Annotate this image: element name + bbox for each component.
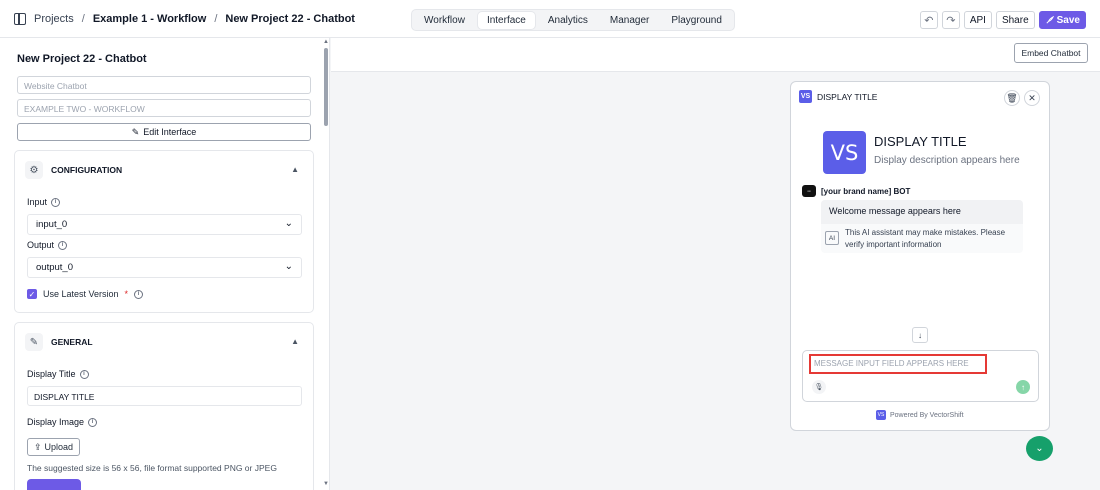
scroll-down-arrow-icon[interactable]: ▼ xyxy=(323,481,329,487)
info-icon[interactable]: i xyxy=(79,369,89,379)
display-title-label-row: Display Title i xyxy=(27,369,89,379)
chevron-down-icon: ⌄ xyxy=(284,218,293,229)
required-mark: * xyxy=(124,289,129,299)
trash-icon[interactable]: 🗑 xyxy=(1004,90,1020,106)
chat-toggle-chevron-down-icon[interactable]: ⌄ xyxy=(1026,436,1053,461)
general-card: ✎ GENERAL ▲ Display Title i DISPLAY TITL… xyxy=(14,322,314,490)
bot-identity-row: ▪▪▪ [your brand name] BOT xyxy=(802,185,910,197)
tab-manager[interactable]: Manager xyxy=(601,12,658,29)
edit-interface-button[interactable]: ✎ Edit Interface xyxy=(17,123,311,141)
tab-playground[interactable]: Playground xyxy=(662,12,731,29)
ai-disclaimer: This AI assistant may make mistakes. Ple… xyxy=(845,228,1006,249)
top-bar: Projects / Example 1 - Workflow / New Pr… xyxy=(0,0,1100,38)
chat-header: VS DISPLAY TITLE xyxy=(799,90,877,103)
chat-display-description: Display description appears here xyxy=(874,155,1020,166)
output-select-value: output_0 xyxy=(36,262,73,273)
chat-header-title: DISPLAY TITLE xyxy=(817,91,878,102)
chevron-up-icon[interactable]: ▲ xyxy=(291,165,299,174)
latest-version-row: ✓ Use Latest Version * i xyxy=(27,289,144,299)
info-icon[interactable]: i xyxy=(58,240,68,250)
display-title-input[interactable]: DISPLAY TITLE xyxy=(27,386,302,406)
send-arrow-icon[interactable]: ↑ xyxy=(1016,380,1030,394)
vectorshift-logo: VS xyxy=(876,410,886,420)
info-icon[interactable]: i xyxy=(134,289,144,299)
share-button[interactable]: Share xyxy=(995,11,1035,29)
sidebar-toggle-icon[interactable] xyxy=(14,12,26,25)
chat-display-image: VS xyxy=(823,131,866,174)
save-label: Save xyxy=(1056,14,1080,26)
info-icon[interactable]: i xyxy=(88,417,98,427)
tab-interface[interactable]: Interface xyxy=(477,11,535,29)
breadcrumb-separator: / xyxy=(81,12,85,25)
chat-display-title: DISPLAY TITLE xyxy=(874,134,967,149)
embed-chatbot-button[interactable]: Embed Chatbot xyxy=(1014,43,1088,63)
configuration-card: ⚙ CONFIGURATION ▲ Input i input_0 ⌄ Outp… xyxy=(14,150,314,313)
edit-icon: ✎ xyxy=(131,126,140,137)
chat-logo: VS xyxy=(799,90,812,103)
close-icon[interactable]: ✕ xyxy=(1024,90,1040,106)
display-title-label: Display Title xyxy=(27,369,76,379)
upload-label: Upload xyxy=(44,442,74,452)
rocket-icon xyxy=(1046,15,1054,24)
api-button[interactable]: API xyxy=(963,11,992,29)
preview-toolbar: Embed Chatbot xyxy=(331,38,1100,72)
welcome-message: Welcome message appears here xyxy=(821,200,1023,224)
breadcrumb-projects[interactable]: Projects xyxy=(34,13,74,25)
redo-icon[interactable]: ↷ xyxy=(941,11,960,29)
general-title: GENERAL xyxy=(51,337,93,347)
input-select-value: input_0 xyxy=(36,219,68,230)
save-button[interactable]: Save xyxy=(1038,11,1086,29)
message-input-box[interactable]: MESSAGE INPUT FIELD APPEARS HERE 🎙 ↑ xyxy=(802,350,1039,402)
workflow-name-input[interactable]: EXAMPLE TWO - WORKFLOW xyxy=(17,99,311,117)
latest-version-label: Use Latest Version xyxy=(43,289,119,299)
bot-avatar: ▪▪▪ xyxy=(802,185,816,197)
display-image-label: Display Image xyxy=(27,417,85,427)
nav-tabs: Workflow Interface Analytics Manager Pla… xyxy=(411,9,735,31)
image-size-hint: The suggested size is 56 x 56, file form… xyxy=(27,463,277,473)
breadcrumb-current-project: New Project 22 - Chatbot xyxy=(225,12,355,25)
tab-workflow[interactable]: Workflow xyxy=(415,12,474,29)
general-header[interactable]: ✎ GENERAL xyxy=(25,333,93,351)
breadcrumb-workflow[interactable]: Example 1 - Workflow xyxy=(93,13,207,25)
output-label: Output xyxy=(27,240,55,250)
breadcrumb-separator: / xyxy=(214,12,218,25)
configuration-header[interactable]: ⚙ CONFIGURATION xyxy=(25,161,122,179)
chevron-up-icon[interactable]: ▲ xyxy=(291,337,299,346)
welcome-message-bubble: Welcome message appears here AI This AI … xyxy=(821,200,1023,253)
input-select[interactable]: input_0 ⌄ xyxy=(27,214,302,235)
chatbot-preview-window: VS DISPLAY TITLE 🗑 ✕ VS DISPLAY TITLE Di… xyxy=(790,81,1050,431)
latest-version-checkbox[interactable]: ✓ xyxy=(27,289,37,299)
powered-by: VS Powered By VectorShift xyxy=(876,410,964,420)
gear-icon: ⚙ xyxy=(25,161,43,179)
message-input-field[interactable]: MESSAGE INPUT FIELD APPEARS HERE xyxy=(809,354,987,374)
upload-button[interactable]: ⇪ Upload xyxy=(27,438,81,456)
edit-icon: ✎ xyxy=(25,333,43,351)
scroll-up-arrow-icon[interactable]: ▲ xyxy=(323,39,329,45)
input-label-row: Input i xyxy=(27,197,61,207)
tab-analytics[interactable]: Analytics xyxy=(539,12,597,29)
microphone-icon[interactable]: 🎙 xyxy=(812,380,826,394)
scrollbar-thumb[interactable] xyxy=(324,48,328,126)
bot-name: [your brand name] BOT xyxy=(821,186,911,196)
panel-title: New Project 22 - Chatbot xyxy=(17,53,147,65)
chevron-down-icon: ⌄ xyxy=(284,261,293,272)
upload-icon: ⇪ xyxy=(34,441,42,452)
disclaimer-row: AI This AI assistant may make mistakes. … xyxy=(825,227,1020,250)
info-icon[interactable]: i xyxy=(51,197,61,207)
input-label: Input xyxy=(27,197,48,207)
powered-by-label: Powered By VectorShift xyxy=(890,411,964,419)
primary-action-button[interactable] xyxy=(27,479,81,490)
chatbot-name-input[interactable]: Website Chatbot xyxy=(17,76,311,94)
ai-badge-icon: AI xyxy=(825,231,839,245)
output-select[interactable]: output_0 ⌄ xyxy=(27,257,302,278)
left-panel: ▲ ▼ New Project 22 - Chatbot Website Cha… xyxy=(0,38,330,490)
output-label-row: Output i xyxy=(27,240,68,250)
display-image-label-row: Display Image i xyxy=(27,417,98,427)
breadcrumb: Projects / Example 1 - Workflow / New Pr… xyxy=(0,12,355,25)
toolbar-actions: ↶ ↷ API Share Save xyxy=(919,11,1086,29)
configuration-title: CONFIGURATION xyxy=(51,165,123,175)
edit-interface-label: Edit Interface xyxy=(143,127,197,137)
undo-icon[interactable]: ↶ xyxy=(919,11,938,29)
scroll-to-bottom-icon[interactable]: ↓ xyxy=(912,327,928,343)
